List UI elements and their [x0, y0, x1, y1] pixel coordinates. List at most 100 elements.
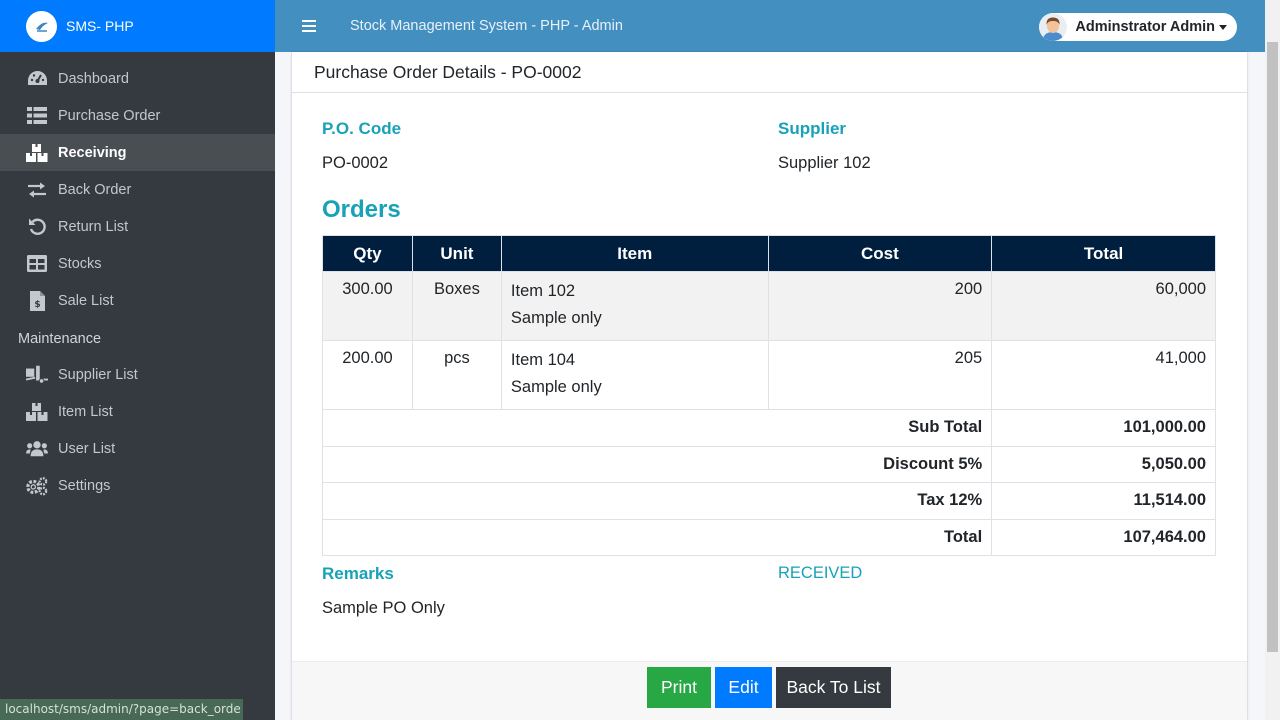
discount-value: 5,050.00	[991, 445, 1216, 483]
qty-cell: 200.00	[322, 340, 413, 410]
sidebar-section-maintenance: Maintenance	[18, 331, 102, 347]
po-code-value: PO-0002	[322, 154, 389, 172]
grand-total-value: 107,464.00	[991, 518, 1216, 556]
table-icon	[26, 254, 48, 274]
item-description: Sample only	[510, 378, 602, 396]
sidebar-item-supplier-list[interactable]: Supplier List	[0, 356, 275, 393]
undo-icon	[26, 217, 48, 237]
edit-button[interactable]: Edit	[715, 667, 772, 708]
column-header-item: Item	[500, 235, 769, 272]
print-button[interactable]: Print	[647, 667, 711, 708]
app-title: Stock Management System - PHP - Admin	[350, 18, 623, 34]
svg-text:$: $	[34, 300, 40, 310]
supplier-value: Supplier 102	[778, 154, 871, 172]
qty-cell: 300.00	[322, 271, 413, 341]
invoice-icon: $	[26, 290, 48, 311]
list-icon	[26, 106, 48, 126]
sidebar-item-label: Purchase Order	[58, 107, 161, 124]
sidebar-item-label: Back Order	[58, 181, 132, 198]
card-header: Purchase Order Details - PO-0002	[292, 52, 1247, 93]
boxes-icon	[26, 402, 48, 422]
brand-logo-icon	[26, 10, 57, 42]
grand-total-label: Total	[321, 518, 993, 556]
caret-down-icon	[1219, 24, 1227, 30]
sidebar-item-label: Dashboard	[58, 70, 129, 87]
tax-row: Tax 12% 11,514.00	[321, 482, 1216, 520]
sidebar-item-label: User List	[58, 440, 116, 457]
purchase-order-card: Purchase Order Details - PO-0002 P.O. Co…	[292, 52, 1247, 720]
grand-total-row: Total 107,464.00	[321, 518, 1216, 556]
cost-cell: 205	[767, 340, 993, 410]
tax-value: 11,514.00	[991, 482, 1216, 520]
back-to-list-button[interactable]: Back To List	[776, 667, 891, 708]
unit-cell: Boxes	[411, 271, 502, 341]
cogs-icon	[26, 476, 48, 496]
sidebar-item-dashboard[interactable]: Dashboard	[0, 60, 275, 97]
sidebar-item-back-order[interactable]: Back Order	[0, 171, 275, 208]
total-cell: 60,000	[991, 271, 1216, 341]
sidebar-nav: Dashboard Purchase Order Receiving Back …	[0, 52, 275, 504]
sidebar-item-stocks[interactable]: Stocks	[0, 245, 275, 282]
users-icon	[26, 439, 48, 459]
subtotal-value: 101,000.00	[991, 409, 1216, 447]
sidebar-item-label: Settings	[58, 477, 111, 494]
column-header-unit: Unit	[411, 235, 502, 272]
table-header-row: Qty Unit Item Cost Total	[322, 235, 1216, 272]
scrollbar-thumb[interactable]	[1267, 42, 1278, 652]
hamburger-menu-icon[interactable]	[302, 17, 316, 35]
orders-table: Qty Unit Item Cost Total 300.00 Boxes It…	[321, 235, 1216, 556]
sidebar-item-label: Stocks	[58, 255, 102, 272]
column-header-total: Total	[991, 235, 1216, 272]
top-navbar: Stock Management System - PHP - Admin Ad…	[275, 0, 1280, 52]
item-cell: Item 104 Sample only	[500, 340, 769, 410]
total-cell: 41,000	[991, 340, 1216, 410]
discount-label: Discount 5%	[321, 445, 993, 483]
page-title: Purchase Order Details - PO-0002	[314, 61, 582, 82]
sidebar-item-sale-list[interactable]: $ Sale List	[0, 282, 275, 319]
status-badge: RECEIVED	[778, 564, 863, 582]
user-name: Adminstrator Admin	[1075, 19, 1215, 35]
sidebar-item-user-list[interactable]: User List	[0, 430, 275, 467]
page-scrollbar[interactable]	[1265, 0, 1280, 720]
item-name: Item 104	[510, 351, 576, 369]
sidebar-item-receiving[interactable]: Receiving	[0, 134, 275, 171]
sidebar-item-label: Supplier List	[58, 366, 138, 383]
sidebar-item-label: Return List	[58, 218, 129, 235]
item-description: Sample only	[510, 309, 602, 327]
sidebar-item-label: Receiving	[58, 144, 127, 161]
orders-heading: Orders	[322, 196, 401, 223]
boxes-icon	[26, 143, 48, 163]
card-footer: Print Edit Back To List	[292, 661, 1247, 720]
exchange-icon	[26, 180, 48, 200]
subtotal-label: Sub Total	[321, 409, 993, 447]
sidebar-item-label: Sale List	[58, 292, 114, 309]
brand[interactable]: SMS- PHP	[0, 0, 275, 52]
browser-status-url: localhost/sms/admin/?page=back_orde	[0, 699, 243, 720]
truck-loading-icon	[26, 365, 48, 385]
sidebar-item-settings[interactable]: Settings	[0, 467, 275, 504]
discount-row: Discount 5% 5,050.00	[321, 445, 1216, 483]
sidebar: SMS- PHP Dashboard Purchase Order Receiv…	[0, 0, 275, 720]
unit-cell: pcs	[411, 340, 502, 410]
user-menu-button[interactable]: Adminstrator Admin	[1039, 13, 1237, 41]
sidebar-item-label: Item List	[58, 403, 113, 420]
subtotal-row: Sub Total 101,000.00	[321, 409, 1216, 447]
remarks-value: Sample PO Only	[322, 599, 445, 617]
sidebar-item-return-list[interactable]: Return List	[0, 208, 275, 245]
item-cell: Item 102 Sample only	[500, 271, 769, 341]
remarks-label: Remarks	[322, 564, 394, 583]
item-name: Item 102	[510, 282, 576, 300]
supplier-label: Supplier	[778, 119, 847, 138]
brand-name: SMS- PHP	[66, 18, 134, 34]
po-code-label: P.O. Code	[322, 119, 402, 138]
sidebar-item-purchase-order[interactable]: Purchase Order	[0, 97, 275, 134]
cost-cell: 200	[767, 271, 993, 341]
sidebar-item-item-list[interactable]: Item List	[0, 393, 275, 430]
table-row: 300.00 Boxes Item 102 Sample only 200 60…	[322, 271, 1216, 341]
column-header-cost: Cost	[767, 235, 993, 272]
column-header-qty: Qty	[322, 235, 413, 272]
dashboard-icon	[26, 69, 48, 89]
table-row: 200.00 pcs Item 104 Sample only 205 41,0…	[322, 340, 1216, 410]
tax-label: Tax 12%	[321, 482, 993, 520]
avatar	[1039, 13, 1068, 41]
